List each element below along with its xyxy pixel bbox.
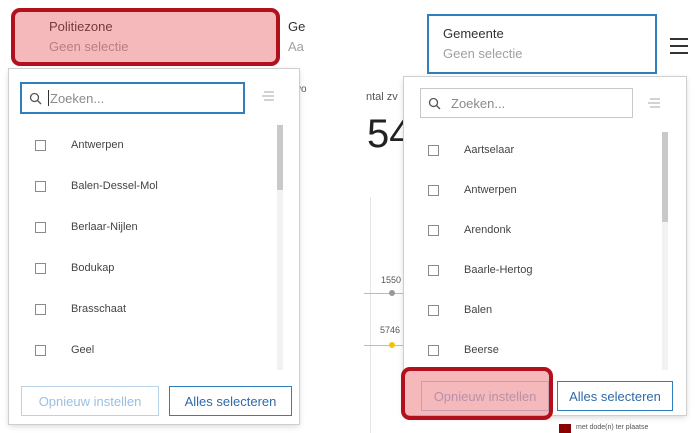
gemeente-dropdown: Aartselaar Antwerpen Arendonk Baarle-Her… [404,77,686,415]
search-field[interactable] [20,82,245,114]
select-all-button[interactable]: Alles selecteren [169,386,292,416]
chart-point-grey [389,290,395,296]
scrollbar-thumb[interactable] [662,132,668,222]
text-cursor [48,90,49,106]
next-filter-value-partial[interactable]: Aa [288,39,304,54]
scrollbar[interactable] [662,132,668,370]
background-partial-label: ntal zv [366,91,398,103]
chart-point-yellow [389,342,395,348]
left-panel: Politiezone Geen selectie Ge Aa vo Antwe… [0,0,311,433]
gemeente-filter-value: Geen selectie [443,46,523,61]
list-item[interactable]: Bodukap [35,262,114,274]
gemeente-filter[interactable]: Gemeente Geen selectie [427,14,657,74]
checkbox[interactable] [35,221,46,233]
list-item-label: Brasschaat [71,303,127,315]
checkbox[interactable] [428,304,439,316]
list-item-label: Beerse [464,344,499,356]
list-item[interactable]: Antwerpen [35,139,124,151]
search-icon [22,92,48,105]
list-item-label: Arendonk [464,224,512,236]
checkbox[interactable] [35,303,46,315]
scrollbar-thumb[interactable] [277,125,283,190]
filter-list-icon[interactable] [647,96,661,114]
politiezone-filter-title[interactable]: Politiezone [49,19,113,34]
search-field[interactable] [420,88,633,118]
list-item[interactable]: Antwerpen [428,184,517,196]
list-item[interactable]: Berlaar-Nijlen [35,221,138,233]
select-all-button[interactable]: Alles selecteren [557,381,673,411]
checkbox[interactable] [35,139,46,151]
list-item[interactable]: Baarle-Hertog [428,264,532,276]
chart-line-grey [364,293,404,294]
list-item-label: Aartselaar [464,144,515,156]
filter-list-icon[interactable] [261,89,275,107]
filter-bar: Politiezone Geen selectie Ge Aa vo [0,0,311,95]
checkbox[interactable] [428,184,439,196]
list-item-label: Bodukap [71,262,115,274]
list-item[interactable]: Geel [35,344,94,356]
list-item[interactable]: Balen-Dessel-Mol [35,180,158,192]
checkbox[interactable] [428,224,439,236]
chart-line-yellow [364,345,404,346]
search-input[interactable] [50,90,190,106]
politiezone-filter-value[interactable]: Geen selectie [49,39,129,54]
legend-label: met dode(n) ter plaatse [576,424,649,431]
checkbox[interactable] [35,344,46,356]
legend-swatch [559,424,571,433]
checkbox[interactable] [35,180,46,192]
background-value-a: 1550 [381,275,402,285]
list-item-label: Balen-Dessel-Mol [71,180,158,192]
list-item[interactable]: Balen [428,304,492,316]
list-item[interactable]: Arendonk [428,224,511,236]
reset-button[interactable]: Opnieuw instellen [21,386,159,416]
background-divider [370,197,371,433]
checkbox[interactable] [428,264,439,276]
search-input[interactable] [451,95,591,111]
checkbox[interactable] [428,344,439,356]
checkbox[interactable] [35,262,46,274]
checkbox[interactable] [428,144,439,156]
right-panel: ntal zv 54 1550 5746 met dode(n) ter pla… [340,0,696,433]
scrollbar[interactable] [277,125,283,370]
list-item-label: Antwerpen [464,184,517,196]
next-filter-title-partial[interactable]: Ge [288,19,305,34]
list-item-label: Geel [71,344,95,356]
list-item[interactable]: Aartselaar [428,144,514,156]
list-item-label: Berlaar-Nijlen [71,221,138,233]
gemeente-filter-title: Gemeente [443,26,504,41]
politiezone-dropdown: Antwerpen Balen-Dessel-Mol Berlaar-Nijle… [9,69,299,424]
hamburger-menu-icon[interactable] [670,38,688,59]
list-item[interactable]: Beerse [428,344,499,356]
background-value-b: 5746 [380,325,401,335]
list-item-label: Balen [464,304,493,316]
search-icon [421,97,447,110]
list-item[interactable]: Brasschaat [35,303,126,315]
list-item-label: Baarle-Hertog [464,264,533,276]
reset-button[interactable]: Opnieuw instellen [421,381,549,411]
list-item-label: Antwerpen [71,139,124,151]
